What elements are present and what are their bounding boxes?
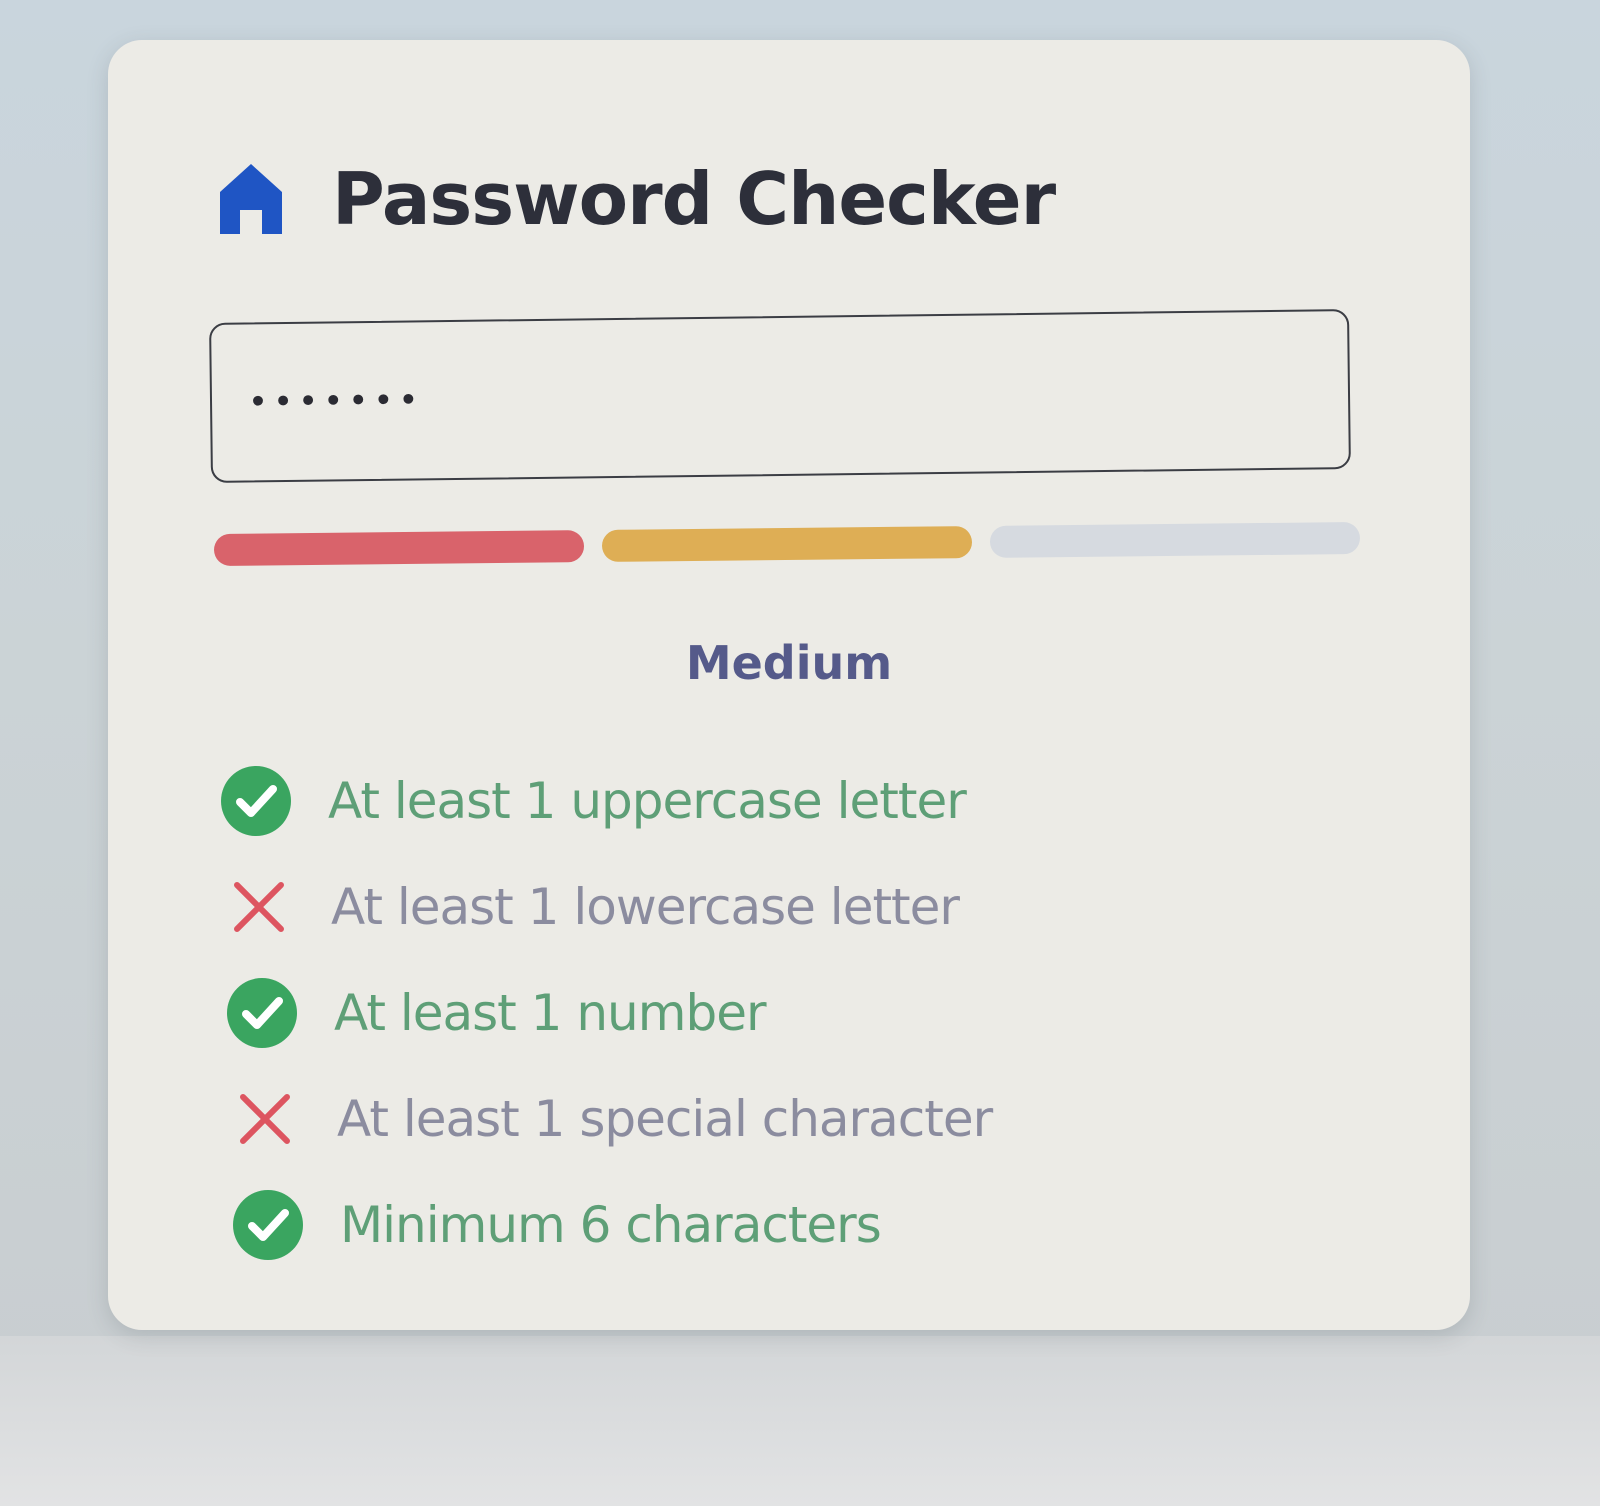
background-bottom-band [0, 1336, 1600, 1506]
requirement-label: At least 1 lowercase letter [331, 878, 960, 936]
strength-segment-3 [989, 522, 1361, 558]
header: Password Checker [218, 157, 1056, 241]
requirement-item: At least 1 number [226, 960, 992, 1066]
requirement-item: Minimum 6 characters [232, 1172, 992, 1278]
requirement-label: At least 1 number [334, 984, 767, 1042]
requirement-item: At least 1 lowercase letter [223, 854, 992, 960]
strength-segment-1 [213, 530, 585, 566]
page-title: Password Checker [332, 157, 1056, 241]
x-icon [223, 871, 295, 943]
check-circle-icon [226, 977, 298, 1049]
check-circle-icon [220, 765, 292, 837]
x-icon [229, 1083, 301, 1155]
requirements-list: At least 1 uppercase letter At least 1 lo… [220, 748, 993, 1278]
requirement-item: At least 1 uppercase letter [220, 748, 992, 854]
strength-meter [213, 522, 1361, 566]
requirement-label: At least 1 special character [337, 1090, 993, 1148]
house-icon [220, 164, 282, 234]
check-circle-icon [232, 1189, 304, 1261]
strength-segment-2 [601, 526, 973, 562]
requirement-item: At least 1 special character [229, 1066, 993, 1172]
strength-label: Medium [685, 636, 893, 690]
password-checker-card: Password Checker Medium At least 1 upper… [108, 40, 1470, 1330]
requirement-label: At least 1 uppercase letter [328, 772, 967, 830]
password-input[interactable] [209, 309, 1351, 483]
requirement-label: Minimum 6 characters [340, 1196, 882, 1254]
